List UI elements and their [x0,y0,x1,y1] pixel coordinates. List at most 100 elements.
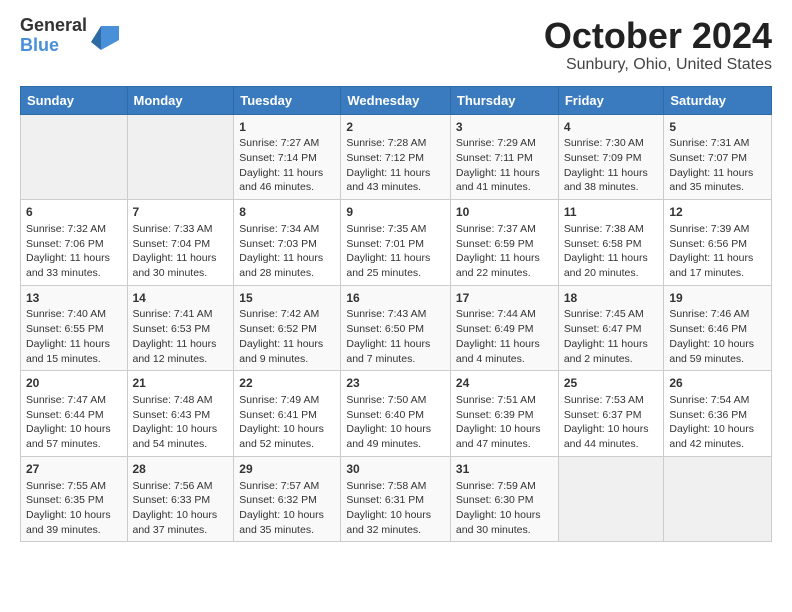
header-day-wednesday: Wednesday [341,86,451,114]
calendar-cell [664,456,772,542]
day-info: Sunrise: 7:35 AM [346,222,445,237]
day-info: Daylight: 10 hours and 39 minutes. [26,508,122,537]
day-info: Sunset: 6:32 PM [239,493,335,508]
day-number: 12 [669,204,766,221]
calendar-cell: 2Sunrise: 7:28 AMSunset: 7:12 PMDaylight… [341,114,451,200]
day-info: Sunset: 7:12 PM [346,151,445,166]
day-number: 30 [346,461,445,478]
day-info: Daylight: 11 hours and 30 minutes. [133,251,229,280]
day-number: 4 [564,119,659,136]
day-number: 18 [564,290,659,307]
day-number: 1 [239,119,335,136]
day-info: Sunset: 6:33 PM [133,493,229,508]
header-day-saturday: Saturday [664,86,772,114]
day-info: Sunrise: 7:27 AM [239,136,335,151]
day-number: 27 [26,461,122,478]
day-info: Sunrise: 7:45 AM [564,307,659,322]
day-info: Sunrise: 7:31 AM [669,136,766,151]
day-info: Sunset: 6:56 PM [669,237,766,252]
header-day-sunday: Sunday [21,86,128,114]
header-day-friday: Friday [558,86,664,114]
day-info: Daylight: 11 hours and 43 minutes. [346,166,445,195]
day-info: Sunrise: 7:29 AM [456,136,553,151]
day-info: Sunrise: 7:37 AM [456,222,553,237]
day-info: Sunset: 6:31 PM [346,493,445,508]
day-number: 22 [239,375,335,392]
day-info: Sunset: 6:30 PM [456,493,553,508]
day-info: Sunrise: 7:42 AM [239,307,335,322]
day-info: Sunset: 6:36 PM [669,408,766,423]
day-info: Sunset: 6:47 PM [564,322,659,337]
logo-blue-text: Blue [20,36,87,56]
day-info: Sunrise: 7:43 AM [346,307,445,322]
week-row-3: 13Sunrise: 7:40 AMSunset: 6:55 PM Dayligh… [21,285,772,371]
day-info: Sunrise: 7:57 AM [239,479,335,494]
day-info: Daylight: 11 hours and 4 minutes. [456,337,553,366]
day-info: Daylight: 11 hours and 22 minutes. [456,251,553,280]
day-info: Sunrise: 7:48 AM [133,393,229,408]
calendar-cell: 25Sunrise: 7:53 AMSunset: 6:37 PMDayligh… [558,371,664,457]
day-info: Sunrise: 7:58 AM [346,479,445,494]
day-number: 31 [456,461,553,478]
calendar-cell: 15Sunrise: 7:42 AMSunset: 6:52 PMDayligh… [234,285,341,371]
day-info: Sunrise: 7:30 AM [564,136,659,151]
day-info: Sunset: 6:44 PM [26,408,122,423]
day-number: 9 [346,204,445,221]
calendar-cell: 18Sunrise: 7:45 AMSunset: 6:47 PMDayligh… [558,285,664,371]
day-info: Sunrise: 7:53 AM [564,393,659,408]
logo-icon [91,22,119,50]
day-info: Sunrise: 7:56 AM [133,479,229,494]
header-day-tuesday: Tuesday [234,86,341,114]
day-info: Sunset: 7:06 PM [26,237,122,252]
day-info: Daylight: 11 hours and 46 minutes. [239,166,335,195]
day-info: Daylight: 11 hours and 12 minutes. [133,337,229,366]
calendar-cell: 19Sunrise: 7:46 AMSunset: 6:46 PMDayligh… [664,285,772,371]
day-number: 11 [564,204,659,221]
logo: General Blue [20,16,119,56]
calendar-cell: 29Sunrise: 7:57 AMSunset: 6:32 PMDayligh… [234,456,341,542]
calendar-cell: 3Sunrise: 7:29 AMSunset: 7:11 PMDaylight… [450,114,558,200]
calendar-table: SundayMondayTuesdayWednesdayThursdayFrid… [20,86,772,543]
day-number: 29 [239,461,335,478]
day-info: Daylight: 10 hours and 52 minutes. [239,422,335,451]
day-number: 14 [133,290,229,307]
day-number: 17 [456,290,553,307]
day-info: Daylight: 11 hours and 28 minutes. [239,251,335,280]
day-info: Sunrise: 7:33 AM [133,222,229,237]
day-number: 13 [26,290,122,307]
day-info: Daylight: 11 hours and 33 minutes. [26,251,122,280]
day-info: Sunset: 6:55 PM [26,322,122,337]
day-info: Sunset: 6:40 PM [346,408,445,423]
day-info: Sunset: 6:58 PM [564,237,659,252]
day-number: 5 [669,119,766,136]
day-number: 8 [239,204,335,221]
day-info: Daylight: 11 hours and 35 minutes. [669,166,766,195]
day-number: 2 [346,119,445,136]
day-info: Sunset: 6:52 PM [239,322,335,337]
calendar-cell: 10Sunrise: 7:37 AMSunset: 6:59 PMDayligh… [450,200,558,286]
calendar-cell: 14Sunrise: 7:41 AMSunset: 6:53 PMDayligh… [127,285,234,371]
day-info: Sunset: 6:53 PM [133,322,229,337]
calendar-cell [127,114,234,200]
day-info: Sunset: 6:59 PM [456,237,553,252]
calendar-cell: 11Sunrise: 7:38 AMSunset: 6:58 PMDayligh… [558,200,664,286]
day-info: Sunrise: 7:28 AM [346,136,445,151]
day-info: Sunset: 6:46 PM [669,322,766,337]
day-info: Daylight: 10 hours and 49 minutes. [346,422,445,451]
day-info: Sunset: 6:49 PM [456,322,553,337]
day-info: Daylight: 10 hours and 47 minutes. [456,422,553,451]
day-info: Daylight: 10 hours and 54 minutes. [133,422,229,451]
day-number: 15 [239,290,335,307]
day-info: Daylight: 10 hours and 30 minutes. [456,508,553,537]
day-info: Sunrise: 7:40 AM [26,307,122,322]
month-title: October 2024 [544,16,772,56]
calendar-cell: 21Sunrise: 7:48 AMSunset: 6:43 PMDayligh… [127,371,234,457]
day-number: 6 [26,204,122,221]
calendar-cell: 6Sunrise: 7:32 AMSunset: 7:06 PMDaylight… [21,200,128,286]
header-day-monday: Monday [127,86,234,114]
calendar-cell: 17Sunrise: 7:44 AMSunset: 6:49 PMDayligh… [450,285,558,371]
day-number: 19 [669,290,766,307]
logo-general-text: General [20,16,87,36]
day-number: 23 [346,375,445,392]
day-number: 10 [456,204,553,221]
